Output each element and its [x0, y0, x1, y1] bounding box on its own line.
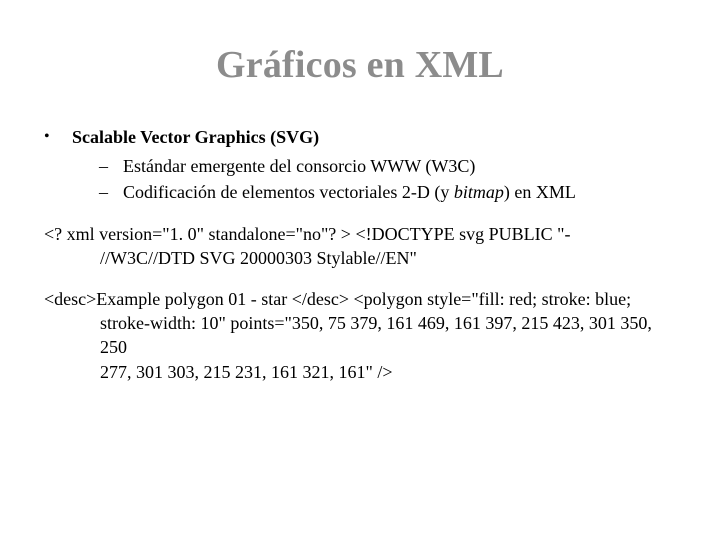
bullet-level1-item: • Scalable Vector Graphics (SVG): [44, 125, 676, 149]
code-line: <? xml version="1. 0" standalone="no"? >…: [44, 222, 676, 246]
bullet-text-italic: bitmap: [454, 182, 504, 202]
code-line: stroke-width: 10" points="350, 75 379, 1…: [100, 311, 676, 360]
bullet-text: Codificación de elementos vectoriales 2-…: [123, 180, 576, 204]
bullet-dot-icon: •: [44, 125, 72, 149]
bullet-text: Scalable Vector Graphics (SVG): [72, 125, 319, 149]
code-paragraph-2: <desc>Example polygon 01 - star </desc> …: [44, 287, 676, 384]
bullet-dash-icon: –: [99, 180, 123, 204]
bullet-level2-item: – Estándar emergente del consorcio WWW (…: [99, 154, 676, 178]
bullet-level2-item: – Codificación de elementos vectoriales …: [99, 180, 676, 204]
slide-container: Gráficos en XML • Scalable Vector Graphi…: [0, 0, 720, 540]
code-line: //W3C//DTD SVG 20000303 Stylable//EN": [100, 246, 676, 270]
bullet-list: • Scalable Vector Graphics (SVG) – Están…: [44, 125, 676, 204]
bullet-dash-icon: –: [99, 154, 123, 178]
code-paragraph-1: <? xml version="1. 0" standalone="no"? >…: [44, 222, 676, 271]
bullet-text: Estándar emergente del consorcio WWW (W3…: [123, 154, 475, 178]
bullet-text-prefix: Codificación de elementos vectoriales 2-…: [123, 182, 454, 202]
bullet-text-suffix: ) en XML: [504, 182, 576, 202]
code-line: 277, 301 303, 215 231, 161 321, 161" />: [100, 360, 676, 384]
slide-title: Gráficos en XML: [44, 40, 676, 91]
code-line: <desc>Example polygon 01 - star </desc> …: [44, 287, 676, 311]
